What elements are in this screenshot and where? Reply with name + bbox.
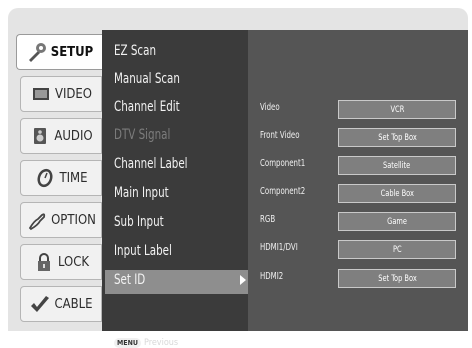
input-label-component1-text: Satellite <box>383 160 411 171</box>
tab-setup-label: SETUP <box>50 44 94 60</box>
input-label-video[interactable]: VCR <box>338 100 456 119</box>
input-label-rgb-text: Game <box>387 216 407 227</box>
option-icon <box>26 209 48 231</box>
tab-option-label: OPTION <box>51 212 96 228</box>
menu-hint-text: Previous <box>143 338 179 348</box>
menu-item-channel-label[interactable]: Channel Label <box>114 156 188 178</box>
input-name-component1: Component1 <box>260 158 306 169</box>
setup-menu: EZ Scan Manual Scan Channel Edit DTV Sig… <box>102 30 254 348</box>
tab-time[interactable]: TIME <box>20 160 102 196</box>
input-label-hdmi1-dvi[interactable]: PC <box>338 240 456 259</box>
menu-item-sub-input[interactable]: Sub Input <box>114 214 164 236</box>
tab-cable-label: CABLE <box>54 296 93 312</box>
tab-cable[interactable]: CABLE <box>20 286 102 322</box>
menu-item-ez-scan[interactable]: EZ Scan <box>114 43 156 65</box>
input-name-rgb: RGB <box>260 214 276 225</box>
menu-item-dtv-signal: DTV Signal <box>114 127 171 143</box>
cable-icon <box>29 293 51 315</box>
input-label-component1[interactable]: Satellite <box>338 156 456 175</box>
input-label-hdmi2-text: Set Top Box <box>377 273 417 284</box>
menu-item-main-input[interactable]: Main Input <box>114 185 169 207</box>
tab-time-label: TIME <box>59 170 88 186</box>
time-icon <box>34 167 56 189</box>
input-label-hdmi2[interactable]: Set Top Box <box>338 269 456 288</box>
tab-audio-label: AUDIO <box>54 128 93 144</box>
tab-audio[interactable]: AUDIO <box>20 118 102 154</box>
input-label-front-video-text: Set Top Box <box>377 132 417 143</box>
input-label-panel: Video VCR Front Video Set Top Box Compon… <box>248 30 468 331</box>
tab-setup[interactable]: SETUP <box>16 34 102 70</box>
input-name-front-video: Front Video <box>260 130 300 141</box>
lock-icon <box>33 251 55 273</box>
menu-hint: MENU Previous <box>114 338 178 348</box>
category-tabs: SETUP VIDEO AUDIO TIME OPTION LOCK CABLE <box>12 30 102 331</box>
input-name-video: Video <box>260 102 280 113</box>
tab-lock[interactable]: LOCK <box>20 244 102 280</box>
setup-icon <box>26 41 48 63</box>
tab-option[interactable]: OPTION <box>20 202 102 238</box>
video-icon <box>30 83 52 105</box>
submenu-arrow-icon <box>240 275 246 285</box>
input-name-hdmi2: HDMI2 <box>260 271 284 282</box>
audio-icon <box>29 125 51 147</box>
input-name-hdmi1-dvi: HDMI1/DVI <box>260 242 298 253</box>
input-label-rgb[interactable]: Game <box>338 212 456 231</box>
input-label-component2-text: Cable Box <box>380 188 414 199</box>
menu-item-set-id[interactable]: Set ID <box>114 272 145 294</box>
tab-video[interactable]: VIDEO <box>20 76 102 112</box>
menu-key-icon: MENU <box>114 338 141 348</box>
menu-item-channel-edit[interactable]: Channel Edit <box>114 99 180 121</box>
tab-lock-label: LOCK <box>57 254 90 270</box>
menu-item-manual-scan[interactable]: Manual Scan <box>114 71 180 93</box>
input-label-component2[interactable]: Cable Box <box>338 184 456 203</box>
input-label-front-video[interactable]: Set Top Box <box>338 128 456 147</box>
input-label-hdmi1-dvi-text: PC <box>392 244 402 255</box>
menu-item-input-label[interactable]: Input Label <box>114 243 172 265</box>
tab-video-label: VIDEO <box>54 86 93 102</box>
input-name-component2: Component2 <box>260 186 306 197</box>
input-label-video-text: VCR <box>390 104 404 115</box>
